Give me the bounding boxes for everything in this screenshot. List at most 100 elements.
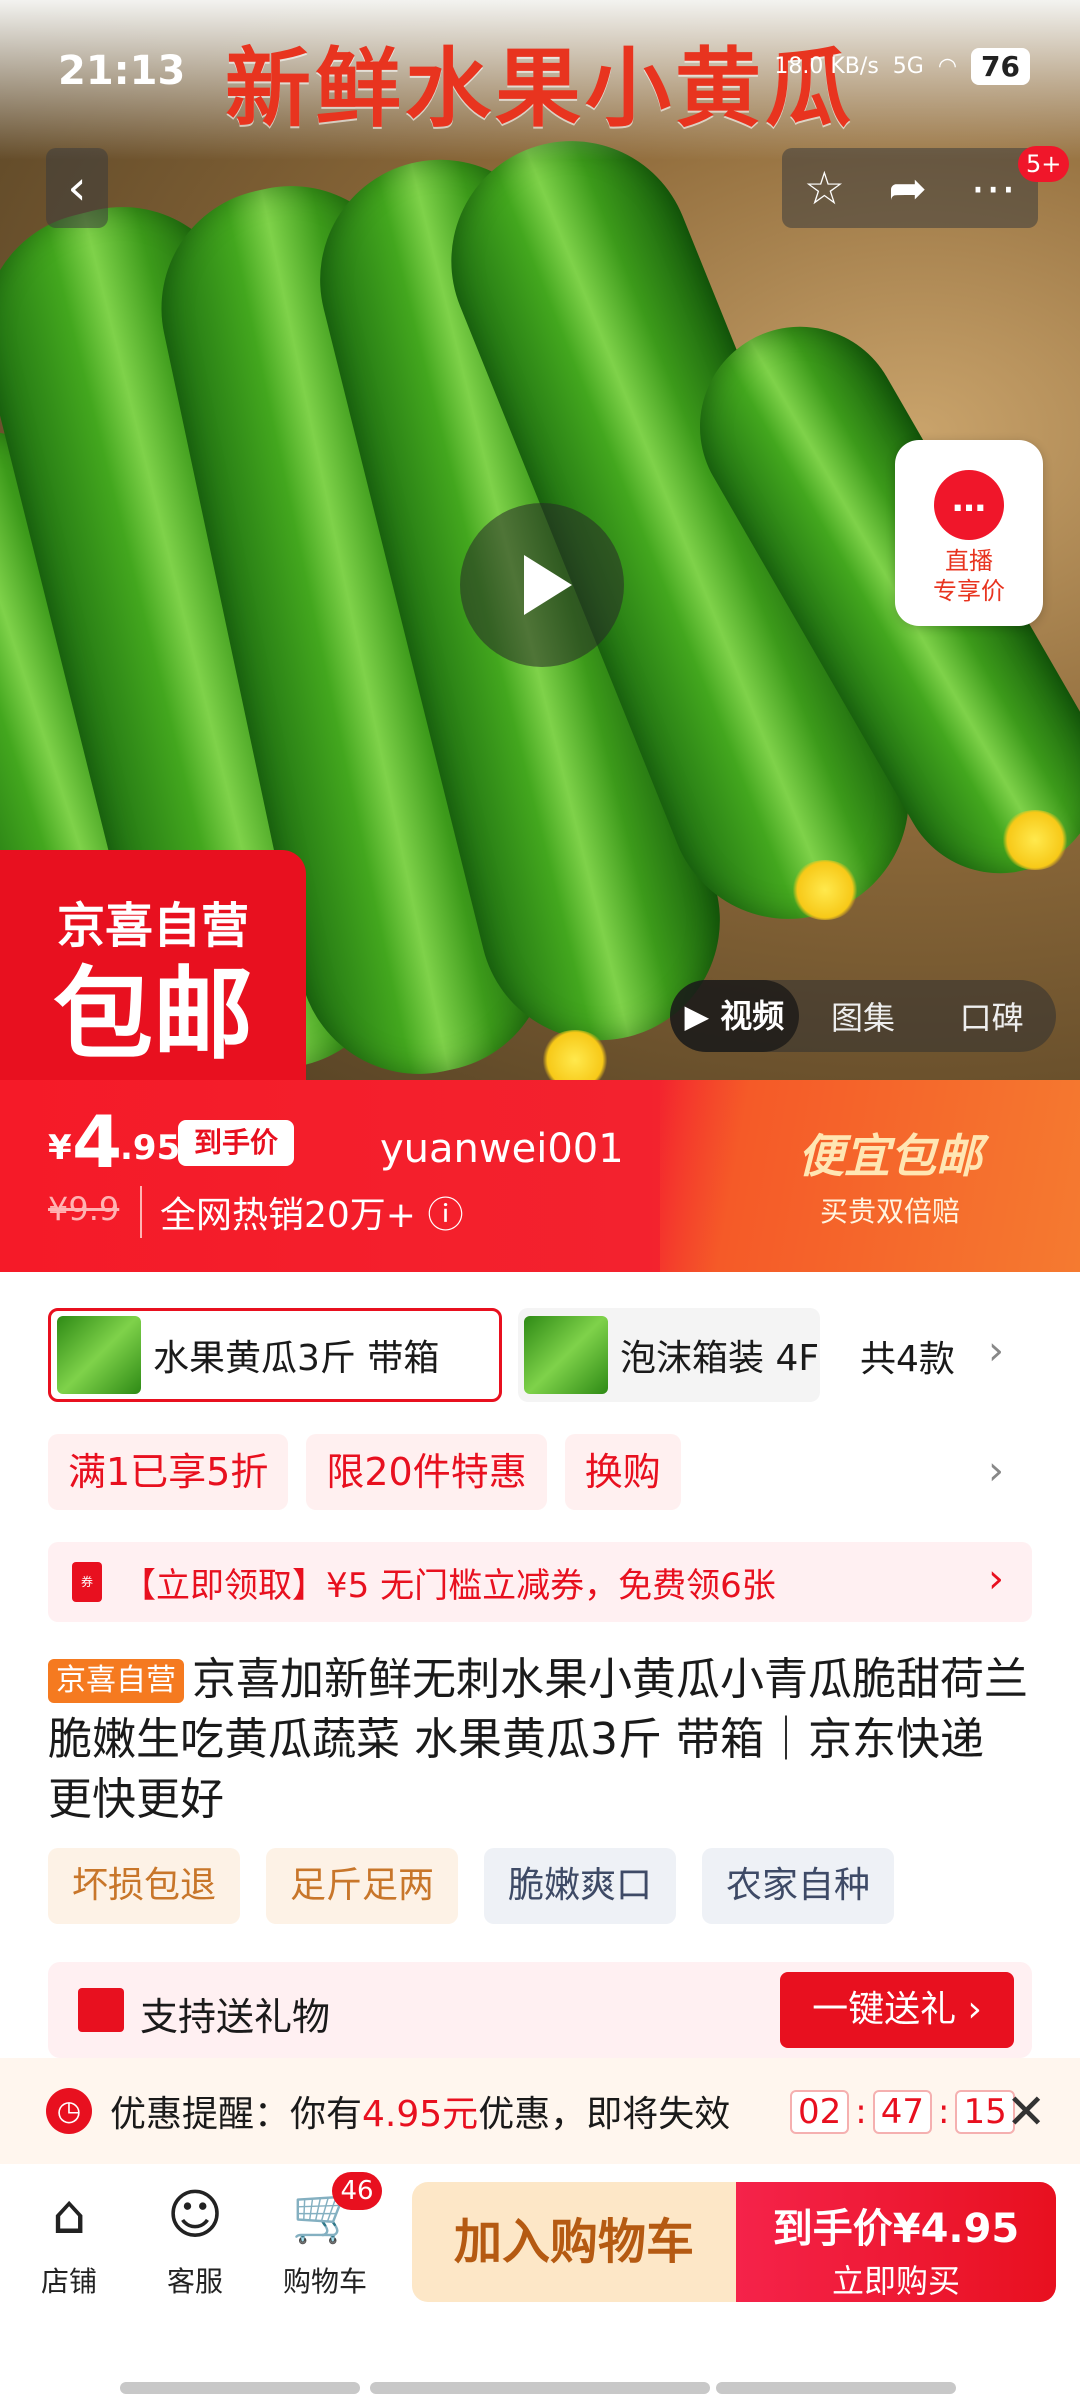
countdown-hours: 02 (790, 2090, 850, 2134)
chevron-right-icon[interactable]: › (988, 1328, 1004, 1374)
cart-label: 购物车 (282, 2265, 367, 2298)
reminder-text: 优惠提醒：你有4.95元优惠，即将失效 (110, 2085, 730, 2137)
original-price: ¥9.9 (48, 1190, 120, 1228)
deal-title: 便宜包邮 (798, 1129, 982, 1183)
price-integer: 4 (72, 1100, 123, 1184)
promo-tag[interactable]: 限20件特惠 (306, 1434, 547, 1510)
chevron-right-icon: › (988, 1556, 1004, 1602)
variant-label: 水果黄瓜3斤 带箱 (153, 1338, 440, 1379)
countdown-timer: 02: 47: 15 (790, 2090, 1015, 2134)
service-label: 客服 (166, 2265, 223, 2298)
discount-reminder: ◷ 优惠提醒：你有4.95元优惠，即将失效 02: 47: 15 ✕ (0, 2058, 1080, 2164)
signal-label: 5G (892, 54, 924, 79)
flower-shape (1000, 810, 1070, 870)
live-label: 直播 (945, 547, 993, 575)
product-title-text: 京喜加新鲜无刺水果小黄瓜小青瓜脆甜荷兰脆嫩生吃黄瓜蔬菜 水果黄瓜3斤 带箱｜京东… (48, 1654, 1028, 1825)
buy-now-button[interactable]: 到手价¥4.95 立即购买 (736, 2182, 1056, 2302)
back-button[interactable]: ‹ (46, 148, 108, 228)
variant-thumbnail (524, 1316, 608, 1394)
price-decimal: .95 (120, 1128, 181, 1168)
gesture-bar (716, 2382, 956, 2394)
countdown-minutes: 47 (872, 2090, 932, 2134)
play-video-button[interactable] (460, 503, 624, 667)
customer-service-button[interactable]: ☺ 客服 (140, 2182, 250, 2300)
cheap-deal-box: 便宜包邮 买贵双倍赔 (660, 1080, 1080, 1272)
smiley-icon: ☺ (166, 2183, 224, 2246)
shop-button[interactable]: ⌂ 店铺 (14, 2182, 124, 2300)
share-icon[interactable]: ➦ (888, 161, 927, 215)
top-actions-bar: ☆ ➦ ⋯ (782, 148, 1038, 228)
live-price-card[interactable]: … 直播 专享价 (895, 440, 1043, 626)
live-label-sub: 专享价 (933, 577, 1005, 605)
add-to-cart-button[interactable]: 加入购物车 (412, 2182, 736, 2302)
tab-video[interactable]: ▶ 视频 (670, 980, 799, 1052)
bottom-action-bar: ⌂ 店铺 ☺ 客服 🛒 46 购物车 加入购物车 到手价¥4.95 立即购买 (0, 2164, 1080, 2332)
promo-tags: 满1已享5折 限20件特惠 换购 (48, 1434, 681, 1510)
price-currency: ¥ (48, 1128, 72, 1168)
tab-video-label: 视频 (720, 997, 785, 1035)
more-badge: 5+ (1018, 146, 1070, 182)
cart-button[interactable]: 🛒 46 购物车 (270, 2172, 382, 2300)
chevron-right-icon[interactable]: › (988, 1448, 1004, 1494)
play-icon (524, 555, 572, 615)
feature-tags: 坏损包退 足斤足两 脆嫩爽口 农家自种 (48, 1848, 895, 1924)
self-operated-free-shipping-badge: 京喜自营 包邮 (0, 850, 306, 1080)
price-banner: ¥ 4 .95 到手价 yuanwei001 ¥9.9 全网热销20万+ ⓘ 便… (0, 1080, 1080, 1272)
variant-count[interactable]: 共4款 (860, 1330, 955, 1382)
buy-price-label: 到手价¥4.95 (772, 2206, 1020, 2252)
promo-tag[interactable]: 满1已享5折 (48, 1434, 289, 1510)
more-icon[interactable]: ⋯ (970, 161, 1016, 215)
gesture-bar (370, 2382, 710, 2394)
variant-option-selected[interactable]: 水果黄瓜3斤 带箱 (48, 1308, 502, 1402)
live-icon: … (934, 470, 1004, 540)
deal-subtitle: 买贵双倍赔 (819, 1195, 960, 1228)
chevron-left-icon: ‹ (67, 160, 87, 216)
feature-tag: 脆嫩爽口 (484, 1848, 677, 1924)
close-icon[interactable]: ✕ (1006, 2084, 1046, 2140)
gift-section: 支持送礼物 一键送礼 › (48, 1962, 1032, 2058)
feature-tag: 坏损包退 (48, 1848, 241, 1924)
final-price-tag: 到手价 (178, 1120, 295, 1166)
coupon-icon: 券 (72, 1562, 102, 1602)
feature-tag: 农家自种 (702, 1848, 895, 1924)
username-watermark: yuanwei001 (380, 1126, 624, 1172)
self-operated-tag: 京喜自营 (48, 1659, 184, 1703)
reminder-prefix: 优惠提醒：你有 (110, 2094, 363, 2135)
variant-option[interactable]: 泡沫箱装 4F (518, 1308, 820, 1402)
info-icon: ⓘ (427, 1195, 464, 1236)
variant-label: 泡沫箱装 4F (620, 1338, 820, 1379)
status-bar: 21:13 18.0 KB/s 5G ◠ 76 (0, 0, 1080, 140)
media-tabs: ▶ 视频 图集 口碑 (670, 980, 1056, 1052)
variant-selector: 水果黄瓜3斤 带箱 泡沫箱装 4F 共4款 › (48, 1308, 1048, 1402)
shop-label: 店铺 (40, 2265, 97, 2298)
sales-info[interactable]: 全网热销20万+ ⓘ (140, 1186, 463, 1238)
promo-tag[interactable]: 换购 (564, 1434, 681, 1510)
product-title: 京喜自营 京喜加新鲜无刺水果小黄瓜小青瓜脆甜荷兰脆嫩生吃黄瓜蔬菜 水果黄瓜3斤 带… (48, 1650, 1038, 1830)
sales-text: 全网热销20万+ (160, 1195, 416, 1236)
gesture-bar (120, 2382, 360, 2394)
flower-shape (790, 860, 860, 920)
tab-reviews[interactable]: 口碑 (927, 993, 1056, 1039)
status-time: 21:13 (58, 48, 186, 94)
status-icons: 18.0 KB/s 5G ◠ 76 (774, 48, 1030, 85)
reminder-amount: 4.95元 (362, 2094, 479, 2135)
send-gift-button[interactable]: 一键送礼 › (780, 1972, 1014, 2048)
reminder-suffix: 优惠，即将失效 (478, 2094, 731, 2135)
variant-thumbnail (57, 1316, 141, 1394)
buy-now-label: 立即购买 (831, 2262, 960, 2300)
network-speed: 18.0 KB/s (774, 54, 879, 79)
cart-count-badge: 46 (332, 2172, 382, 2210)
clock-icon: ◷ (46, 2088, 92, 2134)
gift-icon (78, 1988, 124, 2032)
free-shipping-label: 包邮 (53, 956, 253, 1073)
wifi-icon: ◠ (937, 54, 958, 79)
self-op-label: 京喜自营 (56, 898, 249, 954)
tab-gallery[interactable]: 图集 (799, 993, 928, 1039)
battery-indicator: 76 (971, 48, 1030, 85)
star-favorite-icon[interactable]: ☆ (804, 161, 845, 215)
feature-tag: 足斤足两 (266, 1848, 459, 1924)
coupon-text: 【立即领取】¥5 无门槛立减券，免费领6张 (122, 1565, 776, 1606)
shop-icon: ⌂ (51, 2183, 87, 2246)
gift-label: 支持送礼物 (140, 1995, 331, 2039)
coupon-bar[interactable]: 券 【立即领取】¥5 无门槛立减券，免费领6张 › (48, 1542, 1032, 1622)
